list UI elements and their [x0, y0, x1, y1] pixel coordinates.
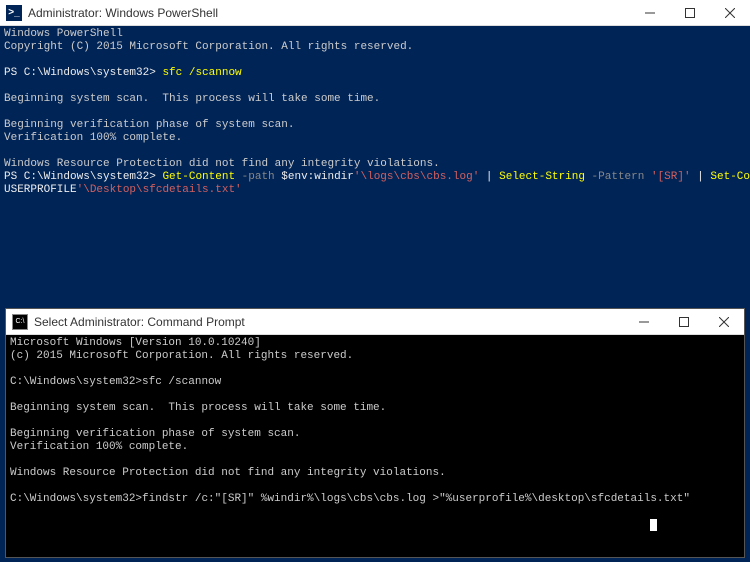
- cmd-command: findstr /c:"[SR]" %windir%\logs\cbs\cbs.…: [142, 493, 690, 505]
- ps-pipe: |: [479, 171, 499, 183]
- ps-output: Verification 100% complete.: [4, 132, 182, 144]
- cmd-window-controls: [624, 309, 744, 335]
- ps-param: -Pattern: [592, 171, 651, 183]
- ps-output: Beginning system scan. This process will…: [4, 93, 380, 105]
- ps-string: '[SR]': [651, 171, 691, 183]
- ps-cmdlet: Set-Content: [710, 171, 750, 183]
- cmd-output: Beginning system scan. This process will…: [10, 402, 386, 414]
- cmd-banner: Microsoft Windows [Version 10.0.10240]: [10, 337, 261, 349]
- ps-var: USERPROFILE: [4, 184, 77, 196]
- cmd-output: Verification 100% complete.: [10, 441, 188, 453]
- ps-command: sfc /scannow: [162, 67, 241, 79]
- ps-prompt: PS C:\Windows\system32>: [4, 67, 162, 79]
- cmd-title: Select Administrator: Command Prompt: [34, 315, 624, 329]
- minimize-button[interactable]: [624, 309, 664, 335]
- cmd-prompt: C:\Windows\system32>: [10, 493, 142, 505]
- cmd-icon: C:\: [12, 314, 28, 330]
- minimize-button[interactable]: [630, 0, 670, 26]
- ps-window-controls: [630, 0, 750, 26]
- ps-banner: Windows PowerShell: [4, 28, 123, 40]
- cmd-window: C:\ Select Administrator: Command Prompt…: [5, 308, 745, 558]
- ps-copyright: Copyright (C) 2015 Microsoft Corporation…: [4, 41, 413, 53]
- maximize-button[interactable]: [670, 0, 710, 26]
- cmd-terminal[interactable]: Microsoft Windows [Version 10.0.10240] (…: [6, 335, 744, 557]
- ps-output: Windows Resource Protection did not find…: [4, 158, 440, 170]
- cmd-copyright: (c) 2015 Microsoft Corporation. All righ…: [10, 350, 353, 362]
- close-button[interactable]: [710, 0, 750, 26]
- ps-prompt: PS C:\Windows\system32>: [4, 171, 162, 183]
- ps-string: '\Desktop\sfcdetails.txt': [77, 184, 242, 196]
- cmd-prompt: C:\Windows\system32>: [10, 376, 142, 388]
- ps-pipe: |: [691, 171, 711, 183]
- cmd-output: Windows Resource Protection did not find…: [10, 467, 446, 479]
- cmd-titlebar[interactable]: C:\ Select Administrator: Command Prompt: [6, 309, 744, 335]
- ps-title: Administrator: Windows PowerShell: [28, 6, 630, 20]
- cursor: [650, 519, 657, 531]
- close-button[interactable]: [704, 309, 744, 335]
- cmd-output: Beginning verification phase of system s…: [10, 428, 300, 440]
- ps-var: $env:windir: [281, 171, 354, 183]
- cmd-command: sfc /scannow: [142, 376, 221, 388]
- ps-output: Beginning verification phase of system s…: [4, 119, 294, 131]
- ps-string: '\logs\cbs\cbs.log': [354, 171, 479, 183]
- powershell-window: >_ Administrator: Windows PowerShell Win…: [0, 0, 750, 308]
- ps-cmdlet: Select-String: [499, 171, 591, 183]
- powershell-icon: >_: [6, 5, 22, 21]
- maximize-button[interactable]: [664, 309, 704, 335]
- ps-param: -path: [242, 171, 282, 183]
- ps-cmdlet: Get-Content: [162, 171, 241, 183]
- ps-terminal[interactable]: Windows PowerShell Copyright (C) 2015 Mi…: [0, 26, 750, 308]
- ps-titlebar[interactable]: >_ Administrator: Windows PowerShell: [0, 0, 750, 26]
